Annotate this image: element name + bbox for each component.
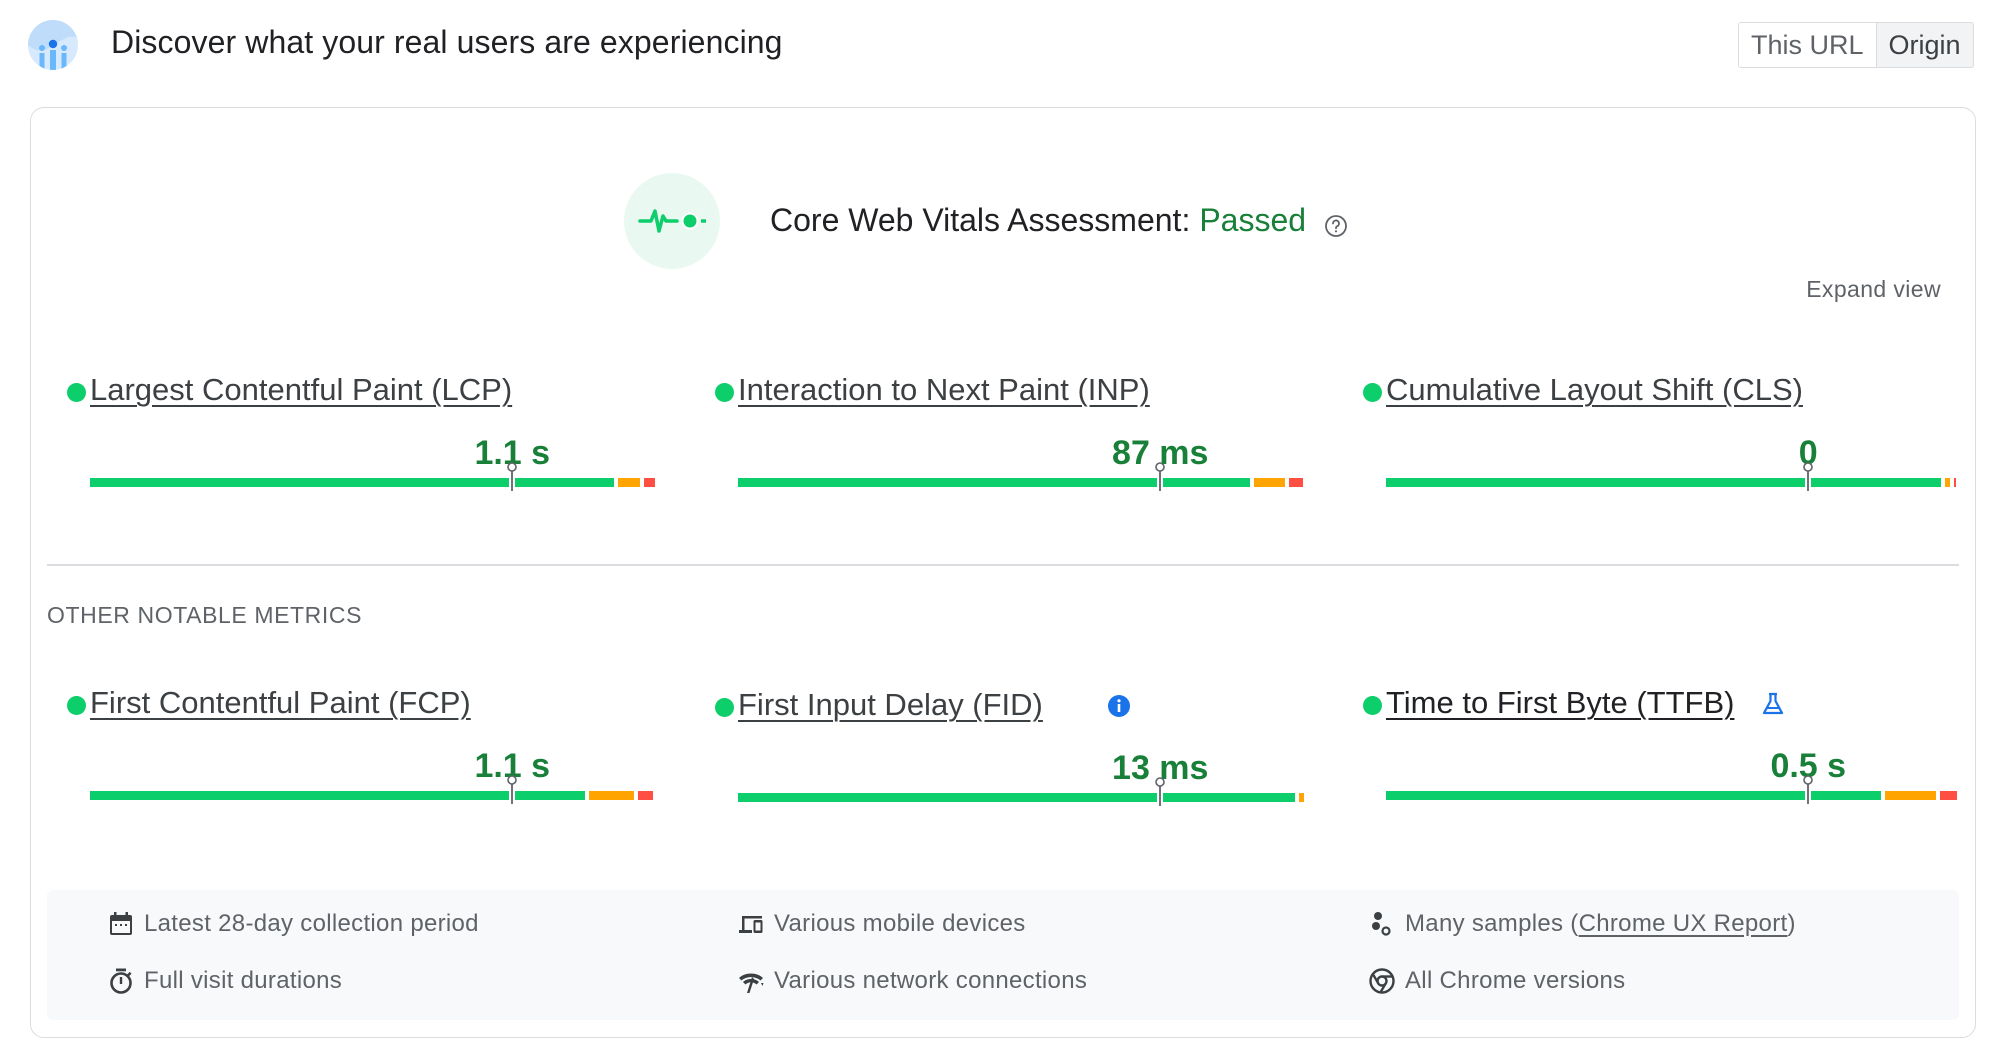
distribution-bar [1386,462,1956,491]
assessment-status: Passed [1199,202,1307,238]
metric-name-link[interactable]: Cumulative Layout Shift (CLS) [1386,372,1803,408]
footer-text: Full visit durations [144,967,343,994]
poor-segment [638,791,653,800]
p75-marker-icon [1802,775,1814,805]
poor-segment [1954,478,1956,487]
good-segment [90,478,510,487]
p75-marker-icon [506,462,518,492]
crux-users-icon [28,20,78,70]
metric-fid: First Input Delay (FID) 13 ms [715,687,1315,827]
rating-good-dot-icon [1363,383,1382,402]
good-segment [515,478,614,487]
origin-button[interactable]: Origin [1875,23,1973,67]
distribution-bar [1386,775,1957,804]
footer-samples: Many samples (Chrome UX Report) [1368,910,1796,938]
footer-text-suffix: ) [1787,910,1796,937]
good-segment [1163,478,1251,487]
footer-chrome-versions: All Chrome versions [1368,967,1625,995]
p75-marker-icon [1154,462,1166,492]
metric-name-link[interactable]: First Input Delay (FID) [738,687,1043,723]
metric-fcp: First Contentful Paint (FCP) 1.1 s [67,685,667,825]
footer-text: All Chrome versions [1405,967,1626,994]
metric-inp: Interaction to Next Paint (INP) 87 ms [715,372,1315,512]
needs-improvement-segment [1299,793,1304,802]
distribution-bar [738,462,1304,491]
good-segment [738,793,1158,802]
needs-improvement-segment [589,791,635,800]
distribution-bar [90,775,653,804]
url-origin-toggle: This URL Origin [1738,22,1974,68]
page-title: Discover what your real users are experi… [111,24,783,60]
expand-view-button[interactable]: Expand view [1806,276,1941,303]
info-icon[interactable] [1106,693,1132,719]
good-segment [515,791,586,800]
assessment-label: Core Web Vitals Assessment: [770,202,1191,238]
good-segment [1811,791,1882,800]
network-icon [737,967,765,995]
good-segment [1163,793,1296,802]
good-segment [90,791,510,800]
rating-good-dot-icon [715,383,734,402]
stopwatch-icon [107,967,135,995]
pulse-icon [624,173,720,269]
good-segment [1811,478,1941,487]
p75-marker-icon [1154,777,1166,807]
footer-visit-durations: Full visit durations [107,967,342,995]
needs-improvement-segment [1944,478,1951,487]
metric-name-link[interactable]: Largest Contentful Paint (LCP) [90,372,512,408]
footer-devices: Various mobile devices [737,910,1026,938]
needs-improvement-segment [1254,478,1286,487]
rating-good-dot-icon [67,696,86,715]
needs-improvement-segment [617,478,641,487]
data-source-footer: Latest 28-day collection period Various … [47,890,1959,1020]
other-metrics-heading: OTHER NOTABLE METRICS [47,602,363,628]
p75-marker-icon [1802,462,1814,492]
p75-marker-icon [506,775,518,805]
rating-good-dot-icon [715,698,734,717]
chrome-ux-report-link[interactable]: Chrome UX Report [1579,910,1788,938]
metric-ttfb: Time to First Byte (TTFB) 0.5 s [1363,685,1963,825]
footer-text: Many samples ( [1405,910,1579,937]
footer-network: Various network connections [737,967,1087,995]
footer-text: Latest 28-day collection period [144,910,479,937]
poor-segment [1940,791,1957,800]
good-segment [1386,478,1806,487]
metric-name-link[interactable]: Time to First Byte (TTFB) [1386,685,1734,721]
footer-text: Various mobile devices [774,910,1026,937]
this-url-button[interactable]: This URL [1739,23,1876,67]
distribution-bar [738,777,1304,806]
experimental-flask-icon[interactable] [1760,691,1786,717]
assessment-title: Core Web Vitals Assessment: Passed [770,202,1348,239]
metric-name-link[interactable]: Interaction to Next Paint (INP) [738,372,1150,408]
calendar-icon [107,910,135,938]
good-segment [738,478,1158,487]
metric-lcp: Largest Contentful Paint (LCP) 1.1 s [67,372,667,512]
poor-segment [1289,478,1304,487]
distribution-bar [90,462,656,491]
section-divider [47,564,1959,566]
footer-collection-period: Latest 28-day collection period [107,910,479,938]
needs-improvement-segment [1885,791,1937,800]
devices-icon [737,910,765,938]
metric-name-link[interactable]: First Contentful Paint (FCP) [90,685,471,721]
footer-text: Various network connections [774,967,1088,994]
poor-segment [644,478,656,487]
samples-icon [1368,910,1396,938]
rating-good-dot-icon [67,383,86,402]
metric-cls: Cumulative Layout Shift (CLS) 0 [1363,372,1963,512]
help-circle-icon[interactable] [1324,209,1348,237]
chrome-icon [1368,967,1396,995]
rating-good-dot-icon [1363,696,1382,715]
good-segment [1386,791,1806,800]
